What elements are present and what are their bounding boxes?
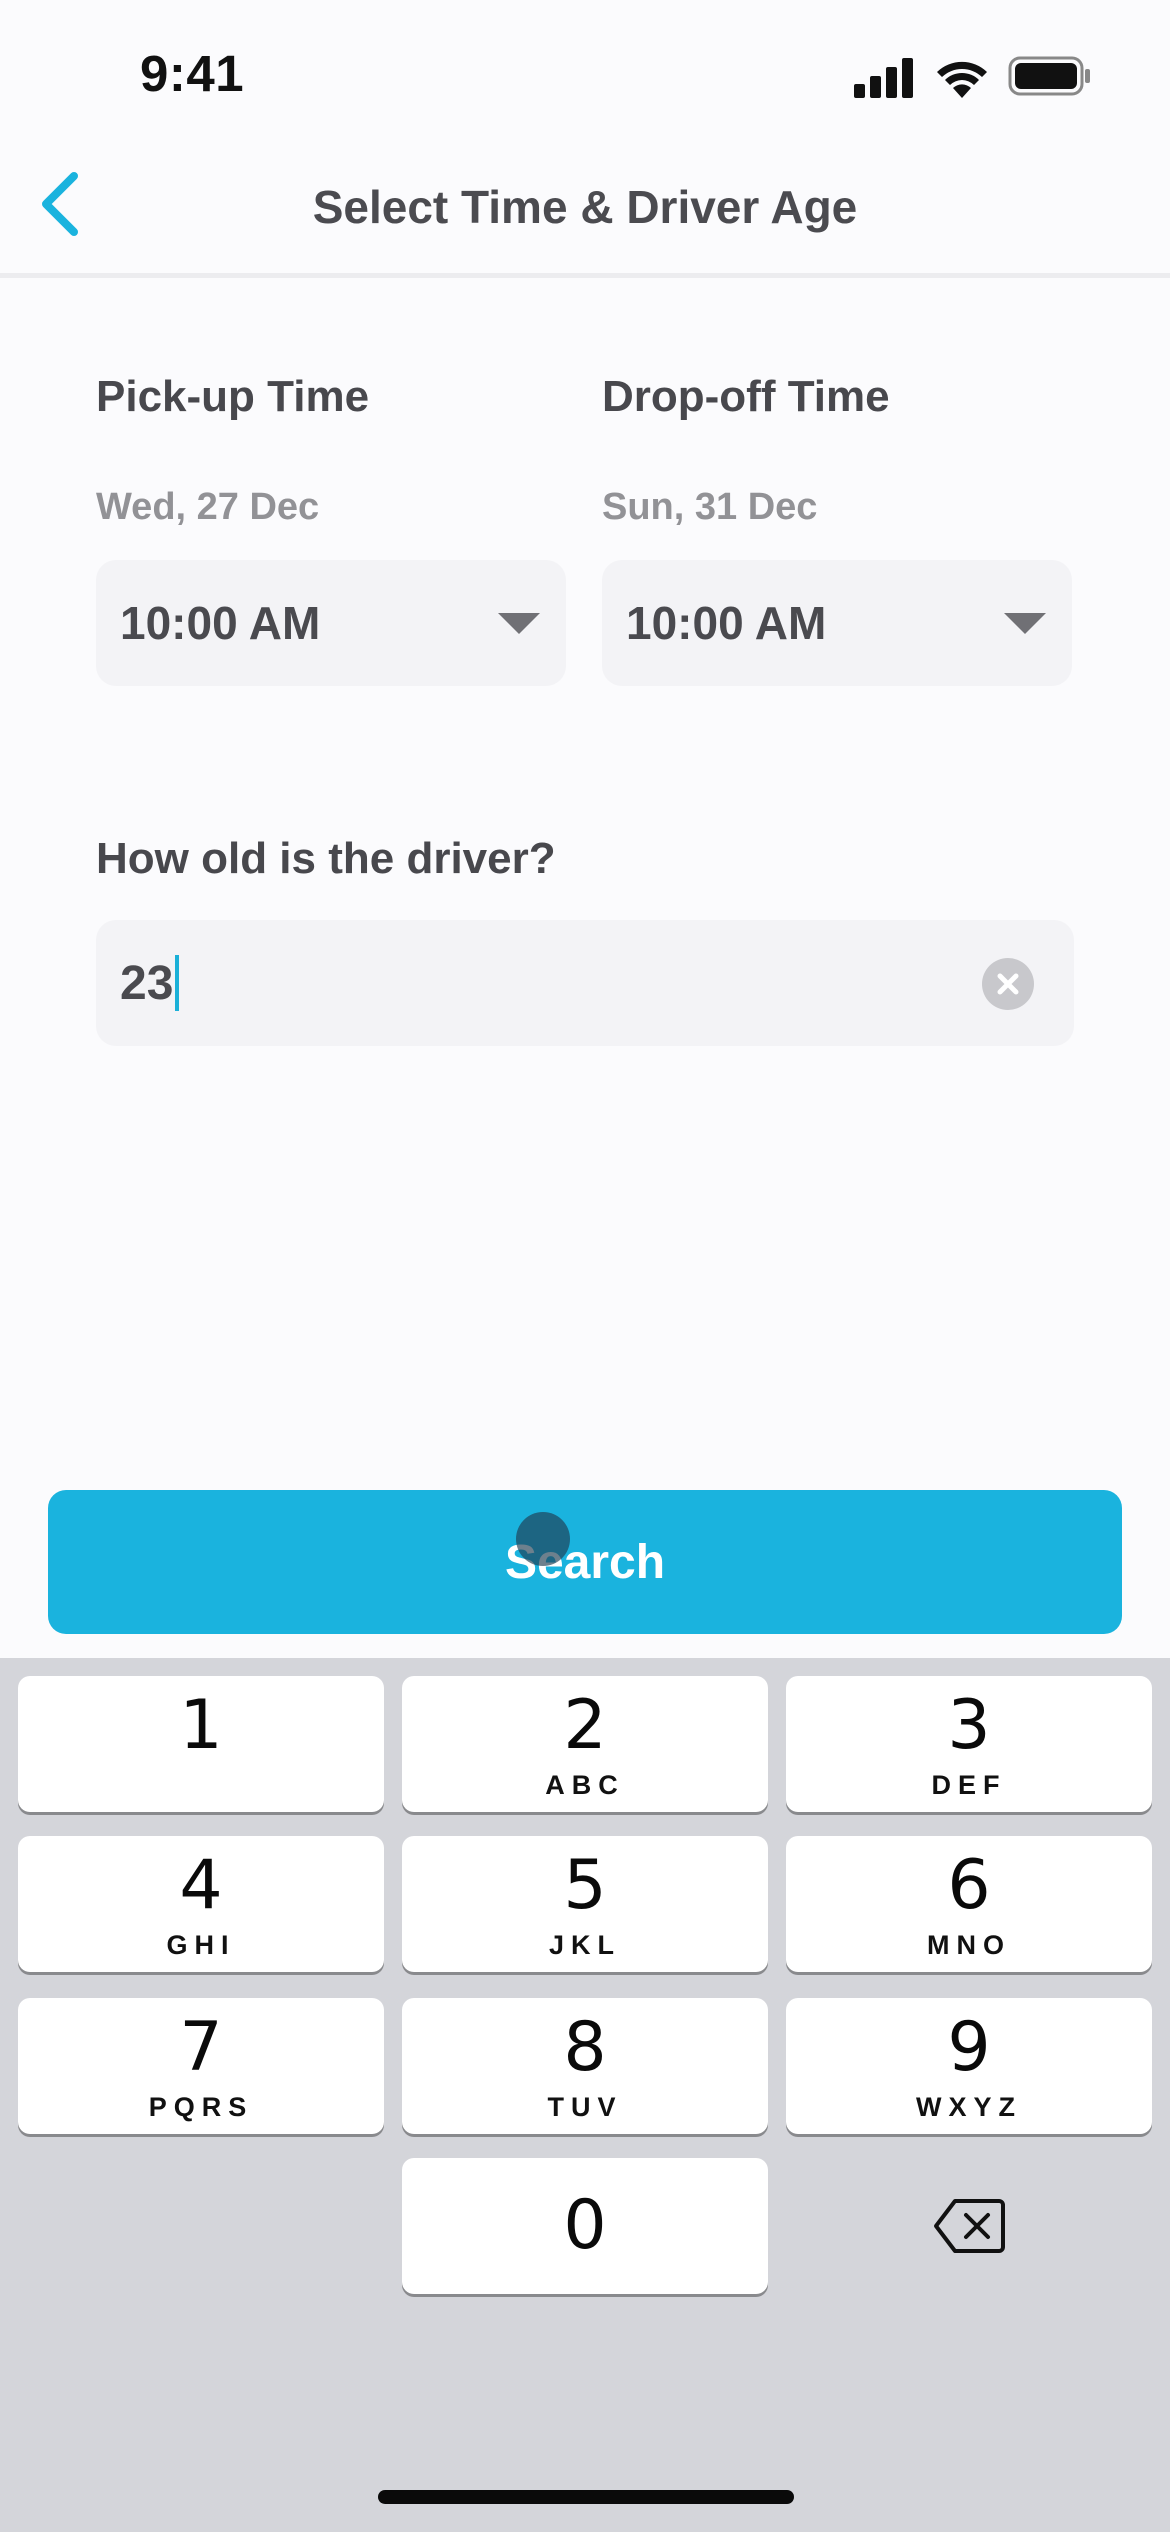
wifi-icon	[937, 61, 987, 98]
page-title: Select Time & Driver Age	[312, 181, 858, 233]
key-digit: 0	[563, 2186, 607, 2265]
key-4[interactable]: 4 GHI	[18, 1836, 384, 1972]
pickup-label: Pick-up Time	[96, 372, 370, 421]
key-letters: ABC	[545, 1770, 625, 1800]
key-6[interactable]: 6 MNO	[786, 1836, 1152, 1972]
pickup-time-value: 10:00 AM	[120, 597, 321, 649]
delete-key[interactable]	[786, 2158, 1152, 2294]
status-time: 9:41	[140, 45, 245, 102]
key-digit: 2	[563, 1686, 607, 1765]
key-0[interactable]: 0	[402, 2158, 768, 2294]
touch-indicator	[516, 1512, 570, 1566]
home-indicator	[378, 2490, 794, 2504]
header-divider	[0, 273, 1170, 278]
key-digit: 5	[563, 1846, 607, 1925]
key-digit: 8	[563, 2008, 607, 2087]
key-letters: TUV	[547, 2092, 623, 2122]
key-9[interactable]: 9 WXYZ	[786, 1998, 1152, 2134]
driver-age-label: How old is the driver?	[96, 834, 556, 883]
key-letters: PQRS	[148, 2092, 254, 2122]
pickup-date: Wed, 27 Dec	[96, 486, 320, 528]
key-digit: 3	[947, 1686, 991, 1765]
key-digit: 9	[947, 2008, 991, 2087]
caret-down-icon	[1004, 612, 1046, 634]
search-button[interactable]: Search	[48, 1490, 1122, 1634]
driver-age-input[interactable]: 23	[96, 920, 1074, 1046]
key-8[interactable]: 8 TUV	[402, 1998, 768, 2134]
key-5[interactable]: 5 JKL	[402, 1836, 768, 1972]
key-letters: MNO	[927, 1930, 1011, 1960]
backspace-icon	[934, 2199, 1005, 2253]
caret-down-icon	[498, 612, 540, 634]
dropoff-date: Sun, 31 Dec	[602, 486, 818, 528]
key-digit: 7	[179, 2008, 223, 2087]
key-3[interactable]: 3 DEF	[786, 1676, 1152, 1812]
key-digit: 1	[179, 1686, 223, 1765]
key-digit: 6	[947, 1846, 991, 1925]
key-letters: WXYZ	[916, 2092, 1022, 2122]
key-1[interactable]: 1	[18, 1676, 384, 1812]
key-digit: 4	[179, 1846, 223, 1925]
key-2[interactable]: 2 ABC	[402, 1676, 768, 1812]
cellular-signal-icon	[854, 58, 913, 98]
pickup-time-select[interactable]: 10:00 AM	[96, 560, 566, 686]
key-letters: JKL	[548, 1930, 621, 1960]
text-cursor	[175, 955, 180, 1011]
battery-icon	[1008, 56, 1090, 96]
key-letters: DEF	[931, 1770, 1007, 1800]
driver-age-value: 23	[120, 956, 174, 1010]
dropoff-label: Drop-off Time	[602, 372, 890, 421]
key-7[interactable]: 7 PQRS	[18, 1998, 384, 2134]
dropoff-time-value: 10:00 AM	[626, 597, 827, 649]
clear-input-icon[interactable]	[982, 958, 1034, 1010]
dropoff-time-select[interactable]: 10:00 AM	[602, 560, 1072, 686]
key-letters: GHI	[166, 1930, 236, 1960]
